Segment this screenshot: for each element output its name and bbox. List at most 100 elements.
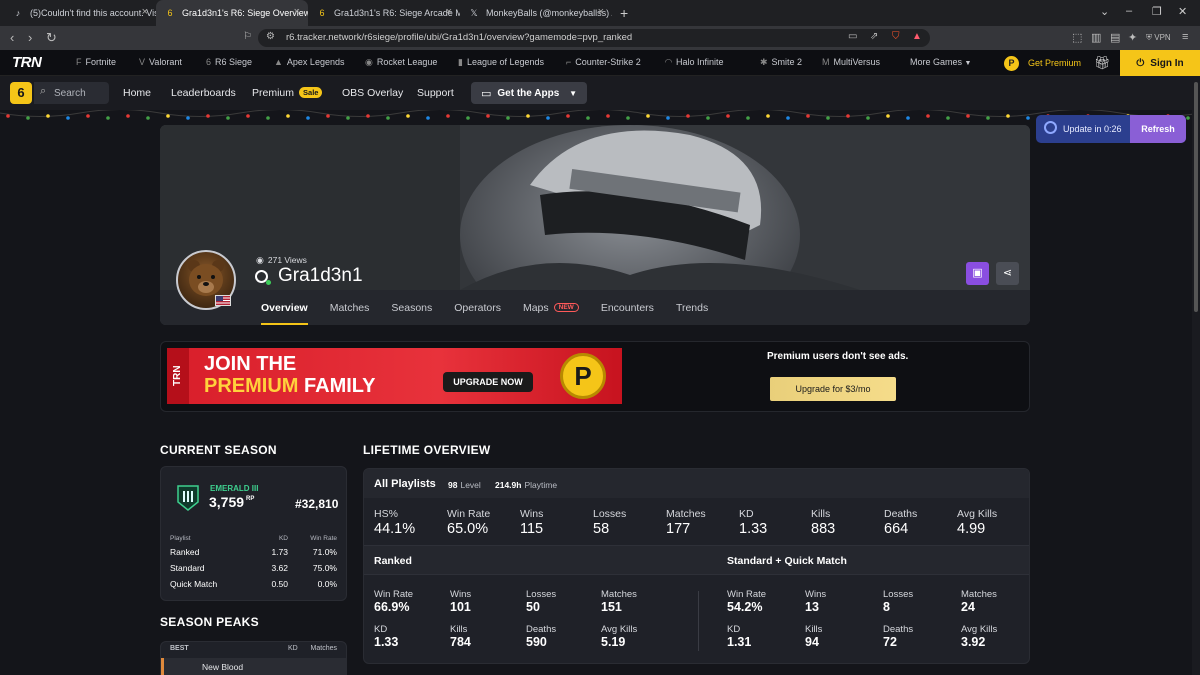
brave-rewards-icon[interactable]: ▲ <box>912 31 922 42</box>
tab-title: Gra1d3n1's R6: Siege Arcade Match <box>334 8 460 18</box>
new-tab-button[interactable]: + <box>620 5 628 21</box>
light-bulb <box>686 114 690 118</box>
stat-losses: Losses 58 <box>593 508 626 537</box>
ranked-stat-win-rate: Win Rate 66.9% <box>374 589 413 614</box>
stat-label: KD <box>374 624 388 635</box>
light-bulb <box>426 116 430 120</box>
stat-label: Kills <box>805 624 823 635</box>
browser-tab-x[interactable]: 𝕏 MonkeyBalls (@monkeyballss) / X × <box>460 0 612 26</box>
r6-logo[interactable]: 6 <box>10 82 32 104</box>
back-icon[interactable]: ‹ <box>10 30 14 45</box>
close-icon[interactable]: × <box>446 6 452 18</box>
game-link-lol[interactable]: ▮ League of Legends <box>458 57 544 68</box>
extensions-icon[interactable]: ⬚ <box>1072 31 1082 44</box>
stat-value: 72 <box>883 635 897 649</box>
standard-stat-losses: Losses 8 <box>883 589 913 614</box>
sidebar-icon[interactable]: ▥ <box>1091 31 1101 44</box>
level-meta: 98 Level <box>448 480 481 490</box>
stat-label: Wins <box>805 589 827 600</box>
browser-tab-arcade[interactable]: 6 Gra1d3n1's R6: Siege Arcade Match × <box>308 0 460 26</box>
game-label: More Games <box>910 57 963 67</box>
tab-overview[interactable]: Overview <box>250 290 319 325</box>
maximize-icon[interactable]: ❐ <box>1152 5 1162 18</box>
light-bulb <box>306 116 310 120</box>
game-link-multiversus[interactable]: M MultiVersus <box>822 57 880 67</box>
game-link-r6[interactable]: 6 R6 Siege <box>206 57 252 67</box>
browser-tab-overview[interactable]: 6 Gra1d3n1's R6: Siege Overview × <box>156 0 308 26</box>
stat-label: Avg Kills <box>601 624 638 635</box>
tab-encounters[interactable]: Encounters <box>590 290 665 325</box>
ranked-stat-losses: Losses 50 <box>526 589 556 614</box>
trn-logo[interactable]: TRN <box>12 54 42 71</box>
forward-icon[interactable]: › <box>28 30 32 45</box>
close-icon[interactable]: × <box>598 6 604 18</box>
r6-icon: 6 <box>206 57 212 67</box>
nav-obs-overlay[interactable]: OBS Overlay <box>342 87 403 99</box>
stat-value: 94 <box>805 635 819 649</box>
light-bulb <box>386 116 390 120</box>
emerald-rank-icon <box>177 485 199 511</box>
wallet-icon[interactable]: ▤ <box>1110 31 1120 44</box>
brave-shield-icon[interactable]: ⛉ <box>892 31 900 42</box>
upgrade-button[interactable]: Upgrade for $3/mo <box>770 377 896 401</box>
vpn-button[interactable]: ⛨ VPN <box>1146 33 1171 43</box>
playtime-meta: 214.9h Playtime <box>495 480 557 490</box>
nav-home[interactable]: Home <box>123 87 151 99</box>
power-icon: ⏻ <box>1136 57 1145 69</box>
get-premium-button[interactable]: P Get Premium <box>1004 50 1090 76</box>
tab-search-icon[interactable]: ⌄ <box>1100 5 1109 18</box>
get-apps-button[interactable]: ▭ Get the Apps ▼ <box>471 82 587 104</box>
profile-username: Gra1d3n1 <box>255 265 363 287</box>
tab-matches[interactable]: Matches <box>319 290 381 325</box>
bookmark-icon[interactable]: ⚐ <box>243 31 252 42</box>
stat-value: 65.0% <box>447 521 489 537</box>
url-field[interactable]: ⚙ r6.tracker.network/r6siege/profile/ubi… <box>258 29 930 47</box>
site-info-icon[interactable]: ⚙ <box>266 31 275 42</box>
list-item[interactable]: New Blood <box>161 658 346 675</box>
menu-icon[interactable]: ≡ <box>1182 31 1188 43</box>
share-page-icon[interactable]: ⇗ <box>870 31 878 42</box>
tab-maps[interactable]: Maps NEW <box>512 290 590 325</box>
tab-operators[interactable]: Operators <box>443 290 512 325</box>
search-box[interactable]: ⌕ <box>34 82 109 104</box>
browser-tab-tiktok[interactable]: ♪ (5)Couldn't find this account. Visit T… <box>4 0 156 26</box>
tab-seasons[interactable]: Seasons <box>380 290 443 325</box>
standard-stat-matches: Matches 24 <box>961 589 997 614</box>
nav-premium[interactable]: Premium Sale <box>252 87 323 99</box>
ad-upgrade-now-button[interactable]: UPGRADE NOW <box>443 372 533 392</box>
share-button[interactable]: ⋖ <box>996 262 1019 285</box>
game-link-rocket-league[interactable]: ◉ Rocket League <box>365 57 437 68</box>
premium-ad-banner[interactable]: TRN JOIN THE PREMIUM FAMILY UPGRADE NOW … <box>167 348 622 404</box>
nav-support[interactable]: Support <box>417 87 454 99</box>
stat-value: 50 <box>526 600 540 614</box>
game-link-apex[interactable]: ▲ Apex Legends <box>274 57 344 67</box>
light-bulb <box>46 114 50 118</box>
game-link-cs2[interactable]: ⌐ Counter-Strike 2 <box>566 57 641 67</box>
apex-icon: ▲ <box>274 57 283 67</box>
game-link-smite[interactable]: ✱ Smite 2 <box>760 57 802 68</box>
close-window-icon[interactable]: ✕ <box>1178 5 1187 18</box>
cast-icon[interactable]: ▭ <box>848 31 857 42</box>
close-icon[interactable]: × <box>294 6 300 18</box>
game-link-fortnite[interactable]: F Fortnite <box>76 57 116 67</box>
game-link-valorant[interactable]: V Valorant <box>139 57 182 67</box>
stat-matches: Matches 177 <box>666 508 706 537</box>
scrollbar-thumb[interactable] <box>1194 82 1198 312</box>
close-icon[interactable]: × <box>142 6 148 18</box>
minimize-icon[interactable]: – <box>1126 5 1132 17</box>
nav-leaderboards[interactable]: Leaderboards <box>171 87 236 99</box>
stat-label: KD <box>727 624 741 635</box>
ad-premium-word: PREMIUM <box>204 375 299 397</box>
twitch-button[interactable]: ▣ <box>966 262 989 285</box>
sign-in-button[interactable]: ⏻ Sign In <box>1120 50 1200 76</box>
gift-icon[interactable]: 🎁︎ <box>1094 55 1111 71</box>
light-bulb <box>926 114 930 118</box>
ranked-stat-avg-kills: Avg Kills 5.19 <box>601 624 637 649</box>
game-link-halo[interactable]: ◜◝ Halo Infinite <box>665 57 724 68</box>
leo-ai-icon[interactable]: ✦ <box>1128 31 1137 44</box>
refresh-button[interactable]: Refresh <box>1130 115 1186 143</box>
search-input[interactable] <box>54 85 106 101</box>
tab-trends[interactable]: Trends <box>665 290 719 325</box>
reload-icon[interactable]: ↻ <box>46 30 57 46</box>
more-games-dropdown[interactable]: More Games ▼ <box>910 57 971 67</box>
